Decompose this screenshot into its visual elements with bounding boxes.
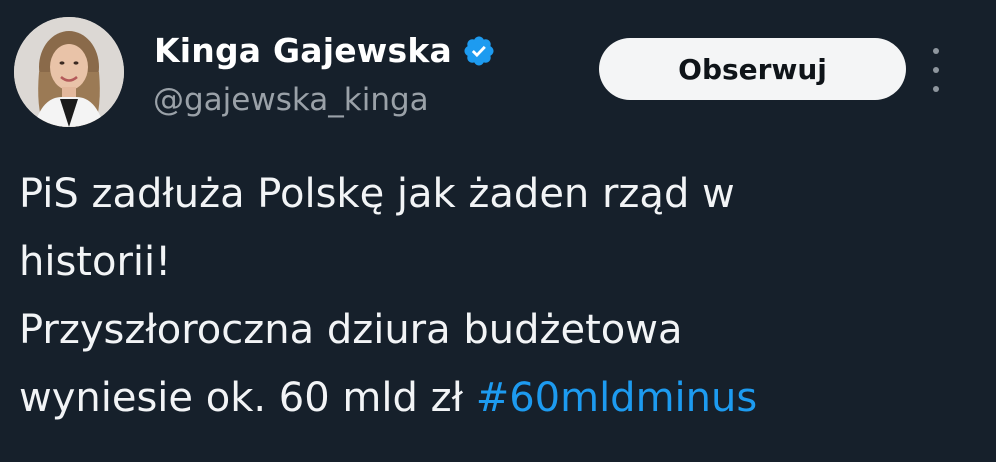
avatar-image [14,17,124,127]
author-display-name[interactable]: Kinga Gajewska [154,31,452,70]
tweet-text-line-last: wyniesie ok. 60 mld zł #60mldminus [19,364,979,432]
tweet-text-line: historii! [19,239,172,285]
follow-button[interactable]: Obserwuj [599,38,906,100]
avatar[interactable] [14,17,124,127]
tweet-card: Kinga Gajewska @gajewska_kinga Obserwuj … [0,0,996,462]
tweet-text-line: Przyszłoroczna dziura budżetowa [19,307,683,353]
tweet-text: PiS zadłuża Polskę jak żaden rząd w hist… [19,160,979,432]
tweet-text-line: wyniesie ok. 60 mld zł [19,375,476,421]
more-vertical-icon[interactable] [928,48,944,92]
author-handle[interactable]: @gajewska_kinga [153,82,429,118]
hashtag-link[interactable]: #60mldminus [476,375,758,421]
dot [933,67,939,73]
dot [933,48,939,54]
author-name-row: Kinga Gajewska [154,30,496,70]
verified-badge-icon [464,36,494,66]
dot [933,86,939,92]
tweet-text-line: PiS zadłuża Polskę jak żaden rząd w [19,171,735,217]
